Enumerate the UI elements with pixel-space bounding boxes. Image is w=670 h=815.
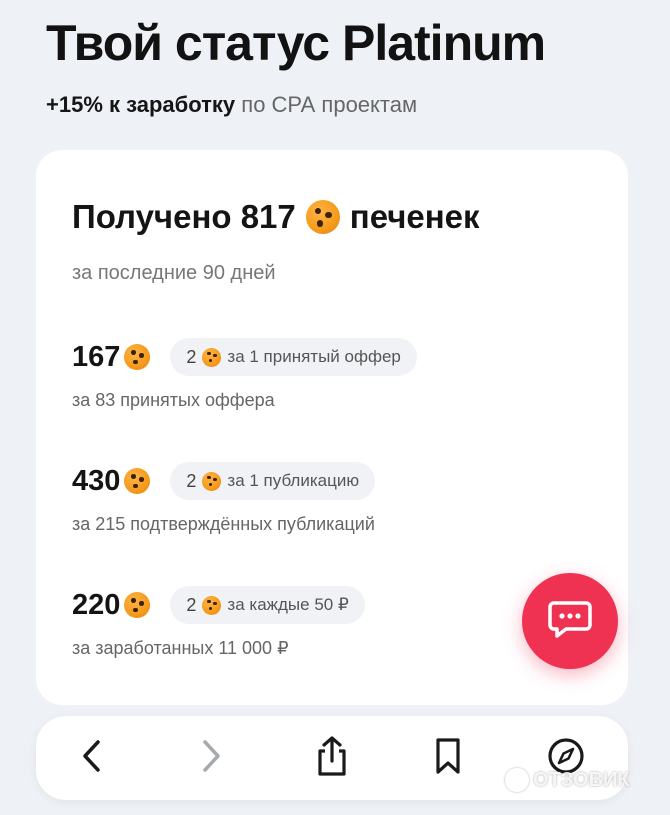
cookie-icon: [124, 468, 151, 494]
bonus-description: по СРА проектам: [235, 92, 418, 117]
cookie-icon: [202, 347, 222, 367]
cookie-row-publications: 430 2 за 1 публикацию за 215 подтверждён…: [72, 462, 376, 535]
cookie-icon: [124, 592, 151, 618]
cookie-row-description: за 215 подтверждённых публикаций: [72, 514, 375, 534]
cookie-row-description: за 83 принятых оффера: [72, 390, 275, 410]
forward-button[interactable]: [189, 736, 233, 780]
share-icon: [314, 735, 350, 782]
watermark: ОТЗОВИК: [505, 768, 630, 792]
cookie-amount: 167: [72, 341, 151, 374]
cookie-icon: [202, 595, 222, 615]
cookie-row-offers: 167 2 за 1 принятый оффер за 83 принятых…: [72, 338, 417, 411]
cookie-icon: [305, 200, 340, 234]
status-subtitle: +15% к заработку по СРА проектам: [46, 92, 417, 118]
cookie-amount: 220: [72, 589, 151, 622]
cookie-icon: [124, 344, 151, 370]
watermark-logo-icon: [505, 768, 529, 792]
cookie-row-description: за заработанных 11 000 ₽: [72, 638, 289, 658]
chevron-left-icon: [80, 739, 104, 778]
rate-badge: 2 за каждые 50 ₽: [170, 586, 365, 624]
chevron-right-icon: [199, 739, 223, 778]
share-button[interactable]: [310, 735, 354, 782]
cookies-total-unit: печенек: [349, 198, 480, 235]
back-button[interactable]: [70, 736, 114, 780]
cookie-amount: 430: [72, 465, 151, 498]
cookies-total-label: Получено 817: [72, 198, 296, 235]
cookies-period: за последние 90 дней: [72, 262, 276, 284]
rate-badge: 2 за 1 принятый оффер: [170, 338, 417, 376]
cookie-icon: [202, 471, 222, 491]
bookmark-icon: [433, 737, 463, 780]
page-title: Твой статус Platinum: [46, 15, 546, 71]
chat-button[interactable]: [522, 573, 618, 669]
cookie-row-earnings: 220 2 за каждые 50 ₽ за заработанных 11 …: [72, 586, 365, 659]
bookmark-button[interactable]: [426, 736, 470, 780]
bonus-percent: +15% к заработку: [46, 92, 236, 117]
chat-bubble-icon: [548, 599, 592, 644]
rate-badge: 2 за 1 публикацию: [170, 462, 376, 500]
cookies-total: Получено 817 печенек: [72, 198, 480, 236]
